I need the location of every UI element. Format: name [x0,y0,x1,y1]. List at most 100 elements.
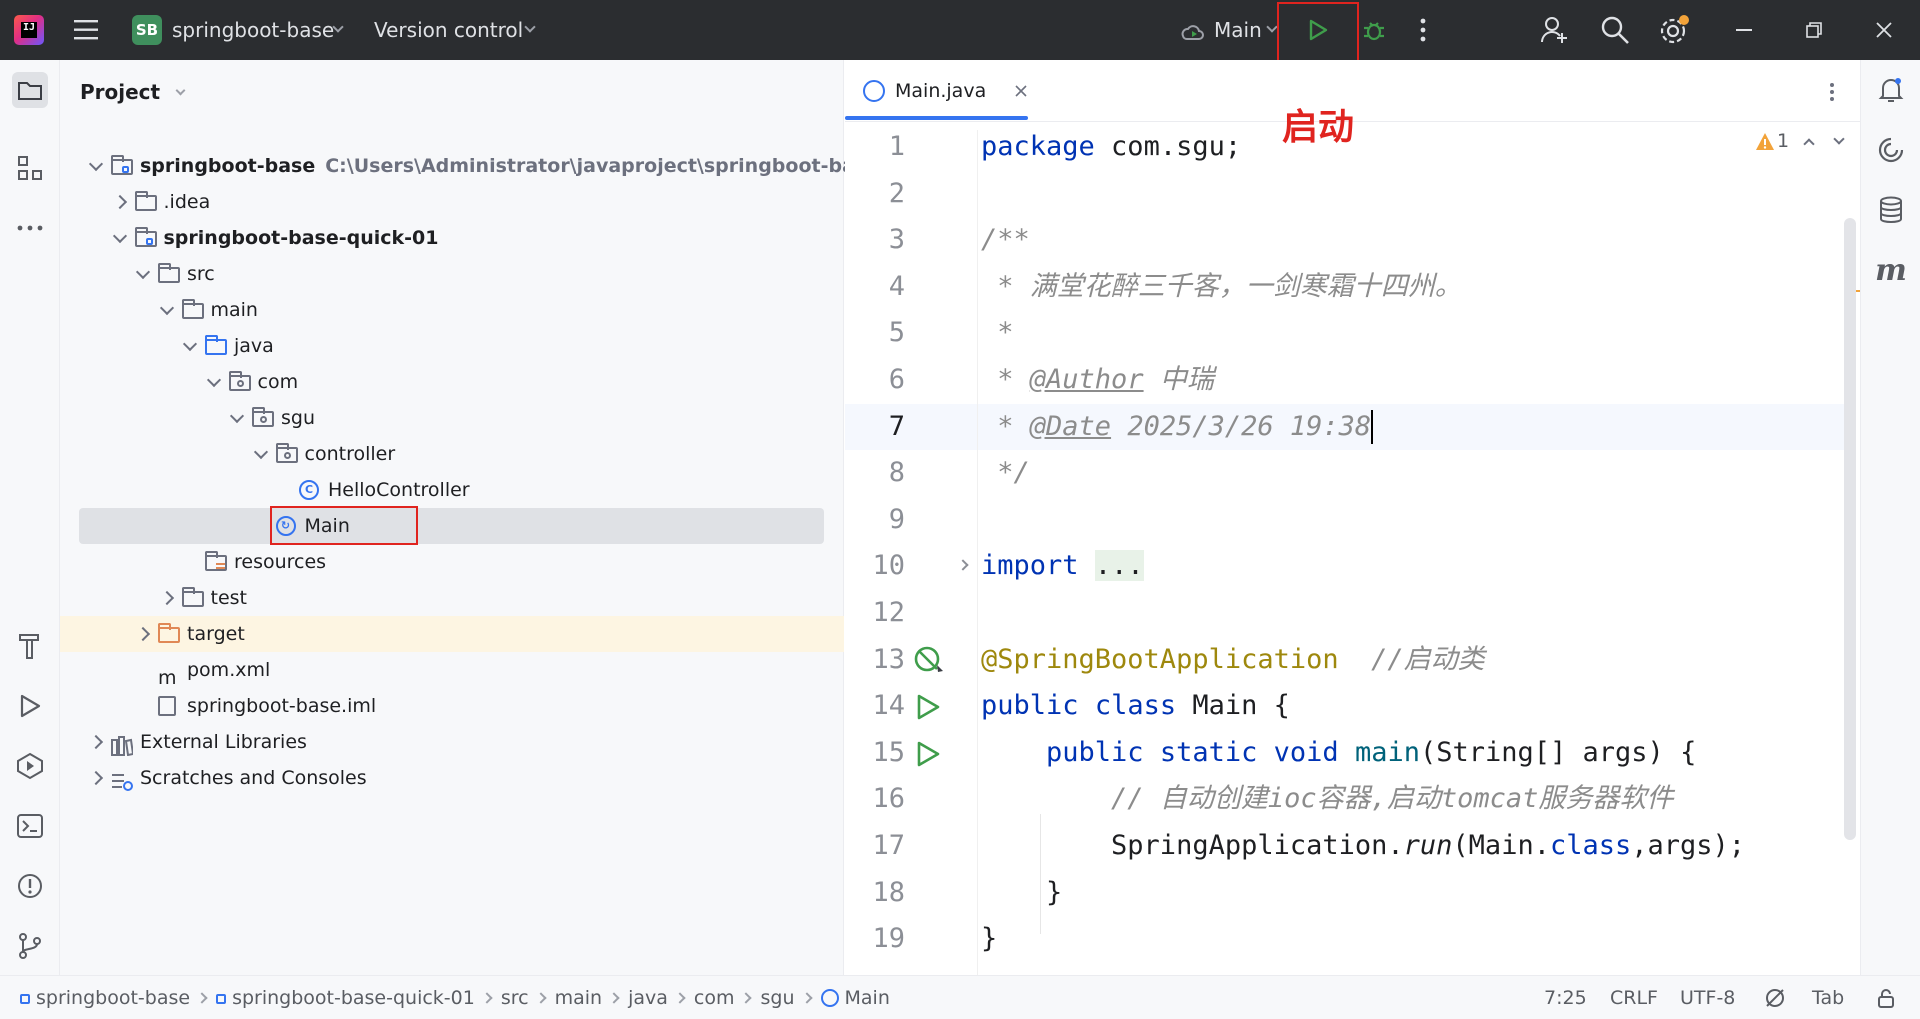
run-config-selector[interactable]: Main [1180,0,1280,60]
more-actions-icon[interactable] [1420,18,1426,42]
close-tab-icon[interactable] [1015,85,1027,97]
expand-toggle-icon[interactable] [90,148,104,184]
editor-scrollbar[interactable] [1844,218,1856,840]
line-number[interactable]: 9 [845,497,905,543]
breadcrumb-item[interactable]: com [694,987,735,1009]
tree-item[interactable]: test [60,580,844,616]
tree-item[interactable]: main [60,292,844,328]
read-only-toggle-icon[interactable] [1876,988,1896,1008]
tab-options-icon[interactable] [1829,82,1835,102]
code-line[interactable]: 4 * 满堂花醉三千客，一剑寒霜十四州。 [845,264,1845,310]
code-line[interactable]: 9 [845,497,1845,543]
line-number[interactable]: 3 [845,217,905,263]
line-number[interactable]: 1 [845,124,905,170]
line-number[interactable]: 16 [845,776,905,822]
line-number[interactable]: 5 [845,310,905,356]
line-number[interactable]: 17 [845,823,905,869]
tree-item[interactable]: .idea [60,184,844,220]
line-number[interactable]: 4 [845,264,905,310]
line-separator[interactable]: CRLF [1610,976,1658,1019]
run-gutter-icon[interactable] [915,740,941,768]
tree-item[interactable]: springboot-base.iml [60,688,844,724]
project-tool-button[interactable] [12,72,48,108]
debug-button[interactable] [1360,16,1388,44]
restore-window-icon[interactable] [1806,22,1822,38]
notifications-button[interactable] [1873,72,1909,108]
tree-item[interactable]: m pom.xml [60,652,844,689]
version-control-menu[interactable]: Version control [374,0,542,60]
code-line[interactable]: 8 */ [845,450,1845,496]
code-line[interactable]: 15 public static void main(String[] args… [845,730,1845,776]
line-number[interactable]: 19 [845,916,905,962]
line-number[interactable]: 7 [845,404,905,450]
breadcrumb-item[interactable]: java [628,987,668,1009]
code-line[interactable]: 13 @SpringBootApplication //启动类 [845,637,1845,683]
code-with-me-icon[interactable] [1540,15,1570,45]
tree-item[interactable]: springboot-base-quick-01 [60,220,844,256]
expand-toggle-icon[interactable] [231,400,245,436]
structure-tool-button[interactable] [12,150,48,186]
tree-item[interactable]: src [60,256,844,292]
breadcrumb-item[interactable]: Main [820,987,890,1009]
tree-item[interactable]: C HelloController [60,472,844,508]
tree-item[interactable]: controller [60,436,844,472]
file-encoding[interactable]: UTF-8 [1680,976,1735,1019]
breadcrumb-item[interactable]: src [501,987,529,1009]
code-line[interactable]: 19} [845,916,1845,962]
intellij-logo-icon[interactable]: IJ [14,15,44,45]
code-line[interactable]: 5 * [845,310,1845,356]
database-button[interactable] [1873,192,1909,228]
line-number[interactable]: 14 [845,683,905,729]
code-line[interactable]: 3 /** [845,217,1845,263]
line-number[interactable]: 12 [845,590,905,636]
tree-item[interactable]: resources [60,544,844,580]
code-line[interactable]: 10 import ... [845,543,1845,589]
code-line[interactable]: 6 * @Author 中瑞 [845,357,1845,403]
line-number[interactable]: 6 [845,357,905,403]
line-number[interactable]: 8 [845,450,905,496]
project-panel-header[interactable]: Project [80,60,186,124]
search-icon[interactable] [1600,15,1630,45]
expand-toggle-icon[interactable] [90,724,104,760]
minimize-window-icon[interactable] [1736,29,1752,31]
line-number[interactable]: 2 [845,171,905,217]
fold-expand-icon[interactable] [957,559,969,572]
maven-tool-button[interactable]: m [1873,252,1909,288]
line-number[interactable]: 18 [845,870,905,916]
settings-gear-icon[interactable] [1658,14,1690,46]
code-line[interactable]: 14 public class Main { [845,683,1845,729]
breadcrumb-item[interactable]: springboot-base [20,987,190,1009]
expand-toggle-icon[interactable] [137,256,151,292]
tree-item[interactable]: springboot-base C:\Users\Administrator\ja… [60,148,879,184]
code-line[interactable]: 2 [845,171,1845,217]
terminal-tool-button[interactable] [12,808,48,844]
code-line[interactable]: 16 // 自动创建ioc容器,启动tomcat服务器软件 [845,776,1845,822]
code-line[interactable]: 12 [845,590,1845,636]
expand-toggle-icon[interactable] [208,364,222,400]
breadcrumb-item[interactable]: sgu [760,987,794,1009]
tree-item[interactable]: target [60,616,844,652]
more-tools-button[interactable] [12,210,48,246]
line-number[interactable]: 10 [845,543,905,589]
expand-toggle-icon[interactable] [114,184,128,220]
build-tool-button[interactable] [12,628,48,664]
tree-item[interactable]: ↻ Main [60,506,844,545]
problems-tool-button[interactable] [12,868,48,904]
tree-item[interactable]: java [60,328,844,364]
expand-toggle-icon[interactable] [137,616,151,652]
line-number[interactable]: 13 [845,637,905,683]
run-tool-button[interactable] [12,688,48,724]
code-line[interactable]: 18 } [845,870,1845,916]
caret-position[interactable]: 7:25 [1544,976,1587,1019]
ai-assistant-button[interactable] [1873,132,1909,168]
expand-toggle-icon[interactable] [161,580,175,616]
breadcrumb-item[interactable]: main [555,987,602,1009]
close-window-icon[interactable] [1876,22,1892,38]
expand-toggle-icon[interactable] [114,220,128,256]
tree-item[interactable]: Scratches and Consoles [60,760,844,796]
run-gutter-icon[interactable] [915,693,941,721]
breadcrumb-item[interactable]: springboot-base-quick-01 [216,987,475,1009]
expand-toggle-icon[interactable] [255,436,269,472]
project-switcher[interactable]: SB springboot-base [132,15,352,45]
git-tool-button[interactable] [12,928,48,964]
